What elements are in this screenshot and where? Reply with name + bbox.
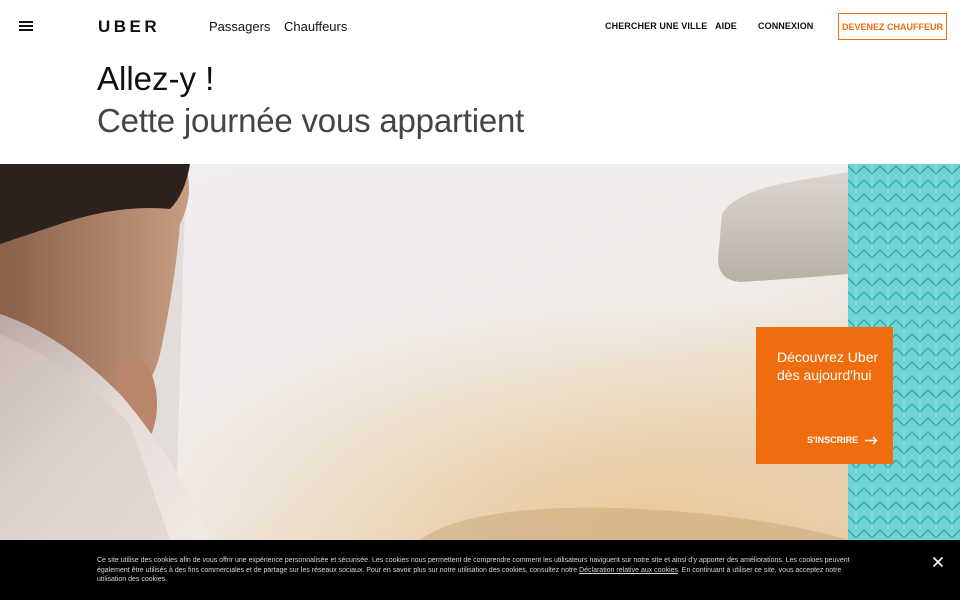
uber-logo[interactable]: UBER — [98, 17, 160, 37]
become-driver-button[interactable]: DEVENEZ CHAUFFEUR — [838, 13, 947, 40]
hero-image — [0, 164, 848, 540]
site-header: UBER Passagers Chauffeurs CHERCHER UNE V… — [0, 0, 960, 54]
nav-find-city[interactable]: CHERCHER UNE VILLE — [605, 21, 707, 31]
close-icon[interactable] — [932, 556, 944, 568]
cookie-policy-link[interactable]: Déclaration relative aux cookies — [579, 567, 678, 574]
nav-drivers[interactable]: Chauffeurs — [284, 19, 347, 34]
cookie-message: Ce site utilise des cookies afin de vous… — [97, 556, 869, 585]
menu-icon[interactable] — [19, 20, 33, 32]
driver-photo — [0, 164, 848, 540]
nav-login[interactable]: CONNEXION — [758, 21, 813, 31]
cookie-banner: Ce site utilise des cookies afin de vous… — [0, 540, 960, 600]
promo-text: Découvrez Uber dès aujourd'hui — [777, 349, 879, 383]
signup-link-label[interactable]: S'INSCRIRE — [807, 435, 858, 445]
signup-promo-card: Découvrez Uber dès aujourd'hui S'INSCRIR… — [756, 327, 893, 464]
nav-riders[interactable]: Passagers — [209, 19, 270, 34]
signup-link[interactable]: S'INSCRIRE — [807, 435, 878, 445]
nav-help[interactable]: AIDE — [715, 21, 737, 31]
hero-title: Allez-y ! — [97, 60, 215, 97]
hero-subtitle: Cette journée vous appartient — [97, 102, 525, 139]
arrow-right-icon — [865, 436, 878, 444]
